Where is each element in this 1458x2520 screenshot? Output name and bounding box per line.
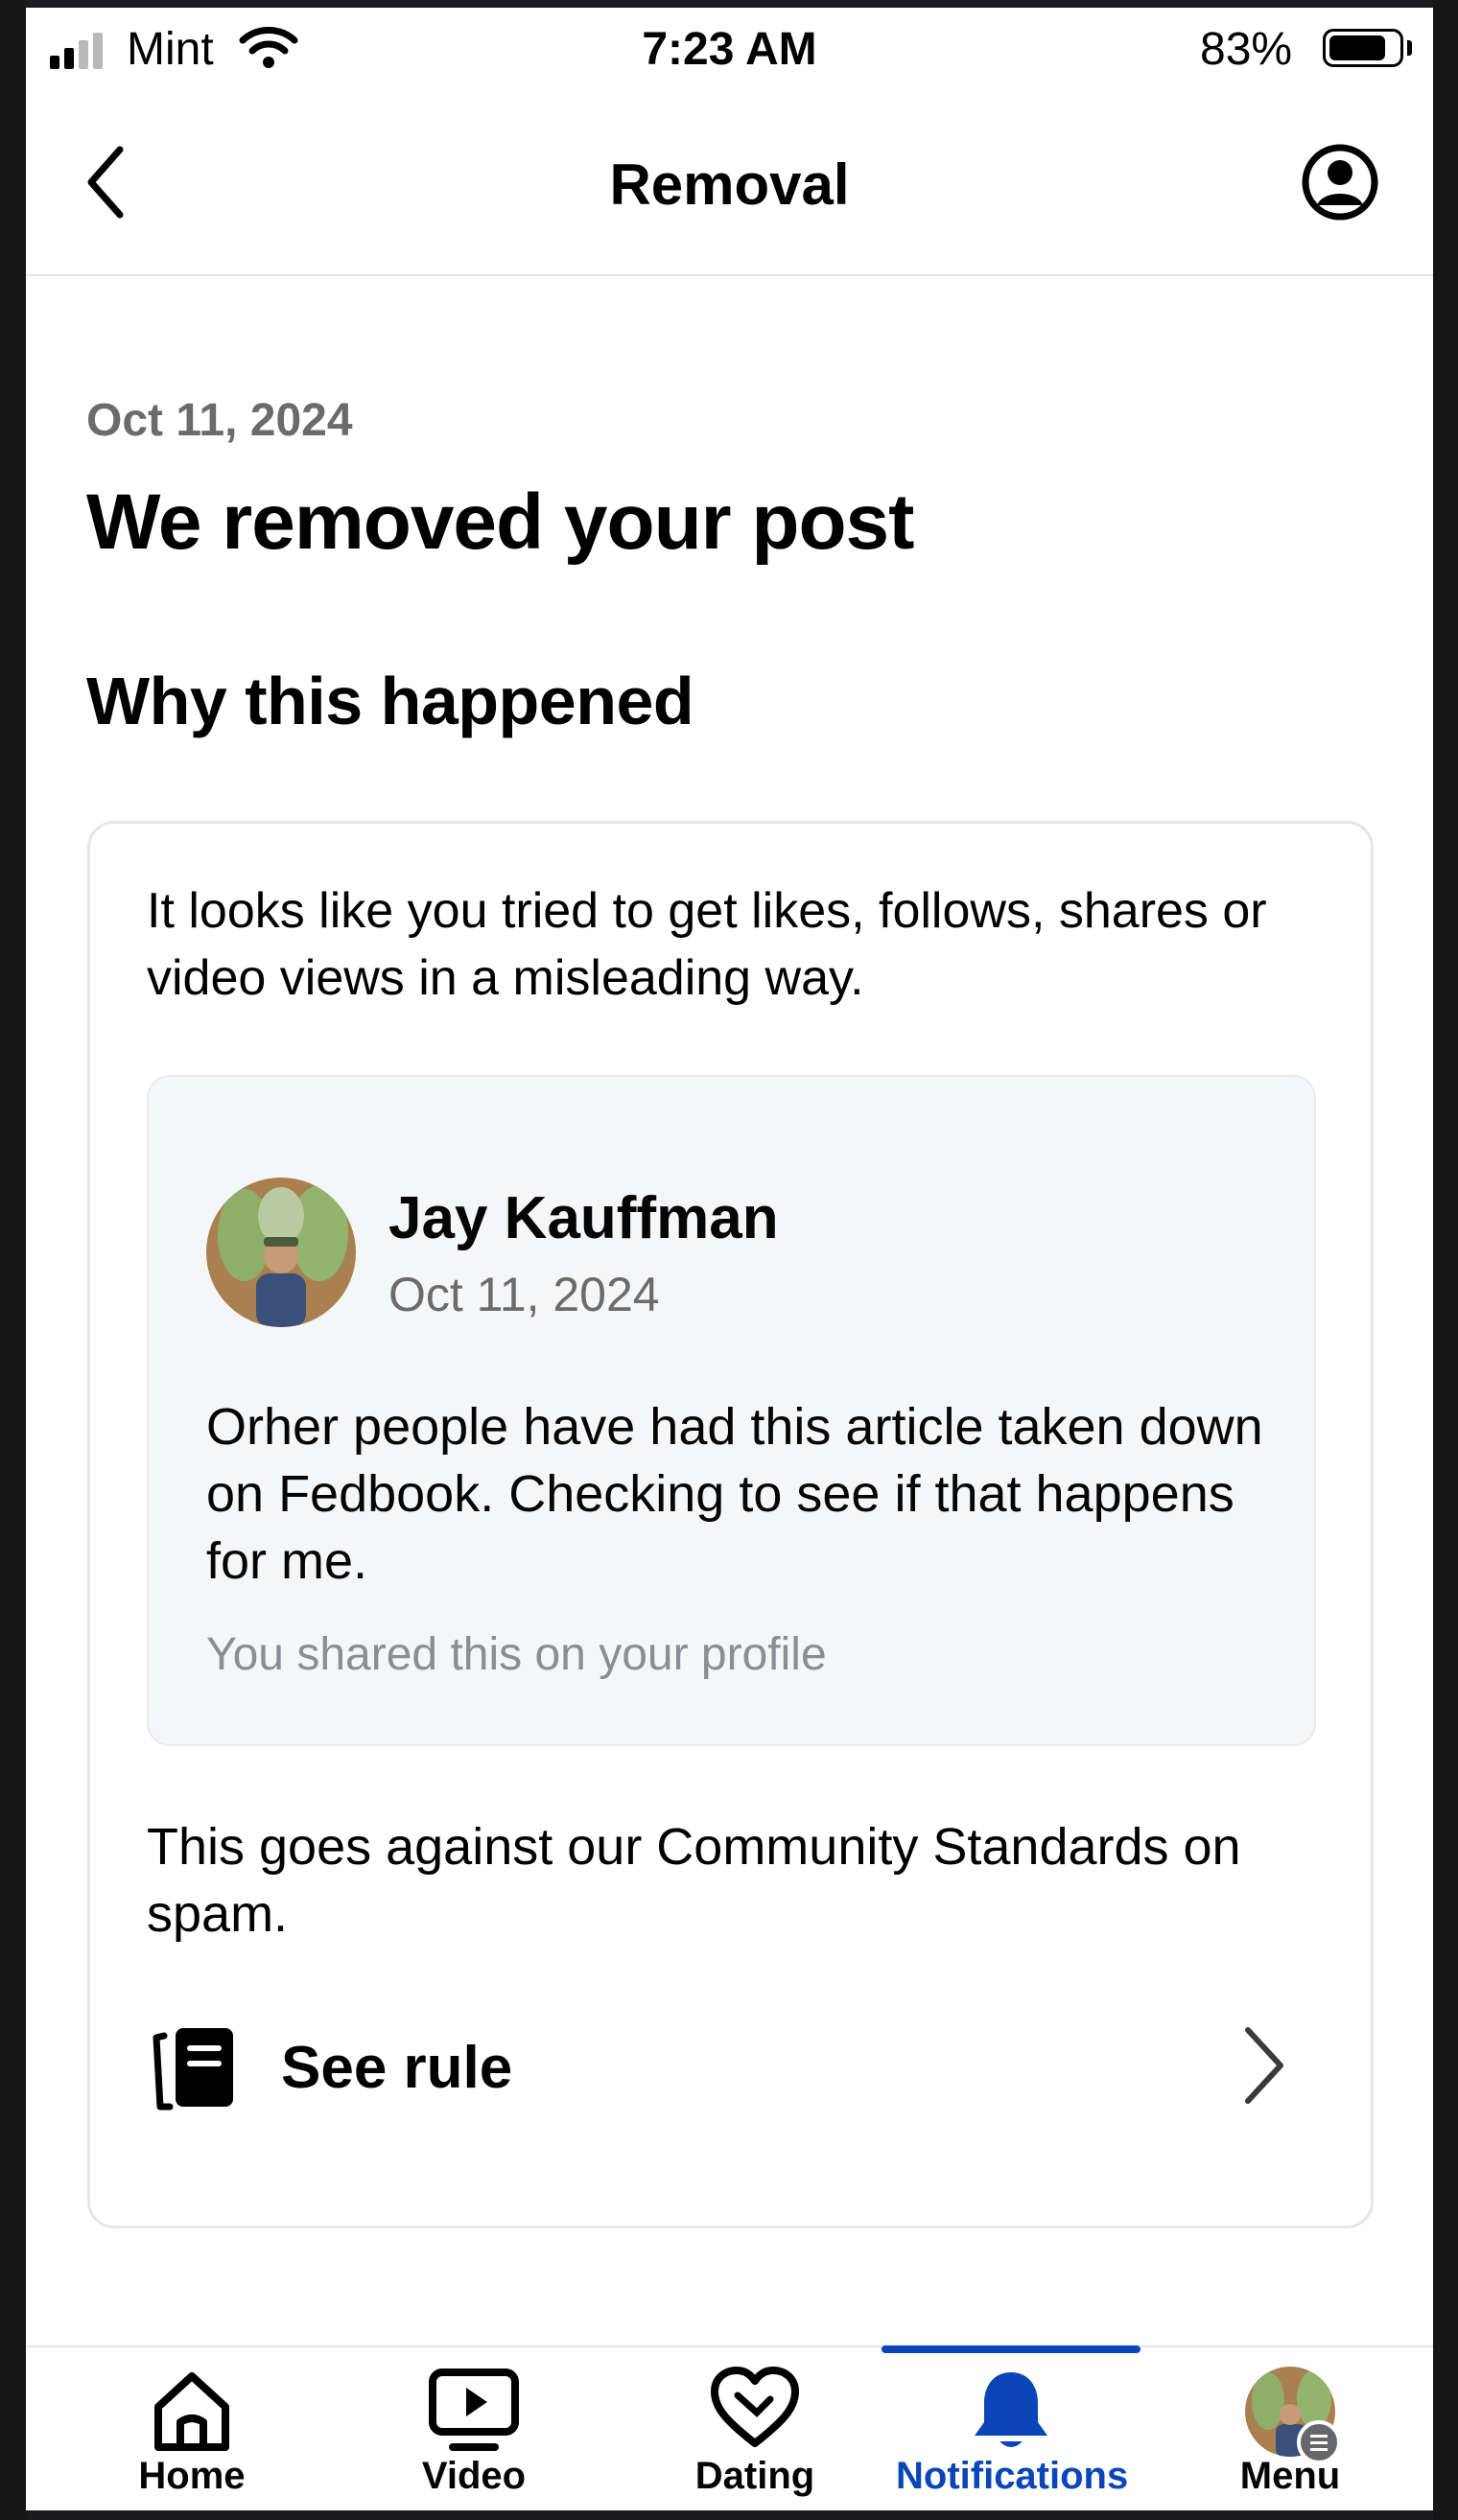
tab-menu[interactable]: Menu [1175,2347,1405,2510]
tab-notifications[interactable]: Notifications [896,2347,1129,2510]
tab-video[interactable]: Video [359,2347,589,2510]
post-text: Orher people have had this article taken… [206,1398,1263,1590]
post-date: Oct 11, 2024 [388,1268,660,1321]
page-title: Removal [609,152,850,217]
tab-label-menu: Menu [1239,2455,1341,2497]
bell-icon [975,2372,1047,2447]
rulebook-icon [153,2028,233,2111]
see-rule-button[interactable]: See rule [147,2013,1317,2118]
tab-home[interactable]: Home [77,2347,307,2510]
author-avatar [206,1178,356,1327]
battery-cap [1407,40,1412,56]
removal-date: Oct 11, 2024 [86,395,353,446]
removal-reason: It looks like you tried to get likes, fo… [147,883,1267,1006]
see-rule-label: See rule [281,2035,513,2101]
video-icon [429,2368,519,2451]
home-icon [154,2372,229,2451]
page-header: Removal [26,104,1433,276]
removal-headline: We removed your post [86,478,914,566]
removed-post-preview: Jay Kauffman Oct 11, 2024 Orher people h… [147,1075,1316,1746]
bottom-tab-bar: Home Video Dating Notifications Menu [26,2345,1433,2510]
battery-icon [1323,29,1403,67]
tab-label-dating: Dating [694,2455,815,2497]
battery-fill [1329,35,1385,60]
chevron-right-icon [1245,2027,1283,2104]
battery-percent: 83% [1200,24,1293,75]
community-standards-text: This goes against our Community Standard… [147,1818,1241,1943]
heart-icon [711,2367,799,2447]
right-window-edge [1433,0,1458,2520]
user-circle-icon[interactable] [1300,142,1380,222]
reason-card: It looks like you tried to get likes, fo… [87,821,1374,2228]
menu-lines-icon [1297,2420,1341,2464]
tab-label-video: Video [421,2455,527,2497]
section-heading: Why this happened [86,664,694,738]
left-window-edge [0,0,26,2520]
status-bar: Mint 7:23 AM 83% [26,8,1433,84]
phone-screen: Mint 7:23 AM 83% Removal Oct 11, 2024 We… [26,8,1433,2510]
tab-dating[interactable]: Dating [640,2347,870,2510]
tab-label-home: Home [138,2455,246,2497]
post-author: Jay Kauffman [388,1185,779,1251]
tab-label-notifications: Notifications [896,2455,1129,2497]
post-share-note: You shared this on your profile [206,1629,827,1680]
